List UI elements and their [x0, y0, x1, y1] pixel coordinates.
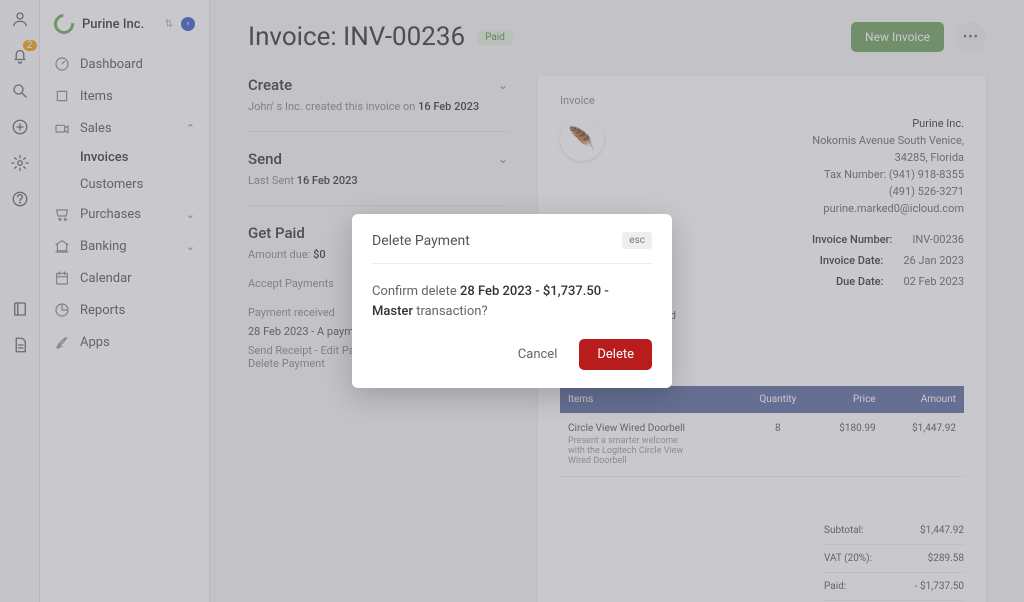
modal-body: Confirm delete 28 Feb 2023 - $1,737.50 -… — [372, 264, 652, 339]
modal-overlay[interactable]: Delete Payment esc Confirm delete 28 Feb… — [0, 0, 1024, 602]
modal-close-esc[interactable]: esc — [622, 232, 652, 249]
modal-title: Delete Payment — [372, 233, 470, 249]
delete-payment-modal: Delete Payment esc Confirm delete 28 Feb… — [352, 214, 672, 388]
cancel-button[interactable]: Cancel — [504, 339, 572, 370]
delete-button[interactable]: Delete — [579, 339, 652, 370]
